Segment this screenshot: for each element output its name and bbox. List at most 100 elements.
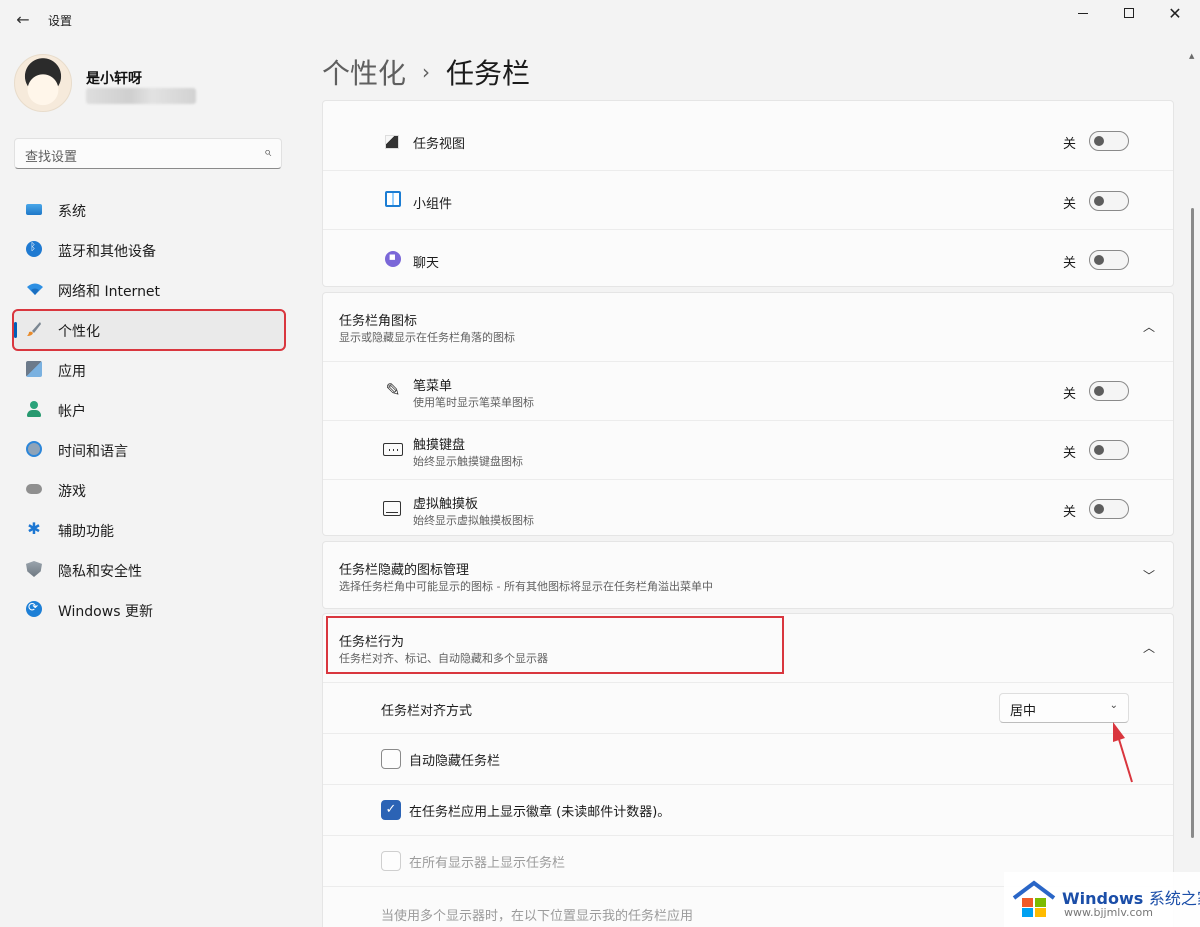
sidebar-item-label: 帐户 (58, 404, 86, 420)
close-button[interactable]: ✕ (1152, 2, 1198, 24)
page-title: 任务栏 (446, 57, 531, 90)
sidebar-item-privacy[interactable]: 隐私和安全性 (14, 551, 284, 589)
sidebar-item-network[interactable]: 网络和 Internet (14, 271, 284, 309)
shield-icon (26, 561, 42, 577)
account-icon (26, 401, 42, 417)
sidebar-item-gaming[interactable]: 游戏 (14, 471, 284, 509)
corner-icons-header[interactable]: 任务栏角图标 显示或隐藏显示在任务栏角落的图标 ︿ (323, 293, 1173, 361)
setting-title: 聊天 (413, 256, 440, 271)
sidebar-item-windows-update[interactable]: Windows 更新 (14, 591, 284, 629)
checkbox-label: 在任务栏应用上显示徽章 (未读邮件计数器)。 (409, 805, 671, 820)
setting-title: 虚拟触摸板 (413, 497, 479, 512)
sidebar-item-apps[interactable]: 应用 (14, 351, 284, 389)
chevron-up-icon[interactable]: ︿ (1141, 319, 1157, 335)
taskbar-items-panel: 任务视图 关 小组件 关 聊天 关 (322, 100, 1174, 287)
setting-row-touch-keyboard: 触摸键盘 始终显示触摸键盘图标 关 (323, 420, 1173, 479)
badges-checkbox[interactable]: ✓ (381, 800, 401, 820)
setting-row-badges: ✓ 在任务栏应用上显示徽章 (未读邮件计数器)。 (323, 784, 1173, 835)
bluetooth-icon (26, 241, 42, 257)
search-placeholder: 查找设置 (25, 150, 78, 165)
toggle-state-label: 关 (1063, 505, 1077, 520)
sidebar-item-label: 应用 (58, 364, 86, 380)
touchpad-icon (383, 501, 401, 516)
watermark: Windows 系统之家 www.bjjmlv.com (1004, 872, 1200, 927)
section-title: 任务栏隐藏的图标管理 (339, 563, 470, 578)
toggle-knob (1094, 504, 1104, 514)
toggle-knob (1094, 445, 1104, 455)
sidebar-item-personalization[interactable]: 个性化 (12, 309, 286, 351)
setting-subtitle: 始终显示触摸键盘图标 (413, 455, 523, 468)
sidebar-item-time-language[interactable]: 时间和语言 (14, 431, 284, 469)
sidebar-item-label: 蓝牙和其他设备 (58, 244, 156, 260)
chevron-up-icon[interactable]: ︿ (1141, 640, 1157, 656)
checkbox-label: 在所有显示器上显示任务栏 (409, 856, 566, 871)
virtual-touchpad-toggle[interactable] (1089, 499, 1129, 519)
search-icon[interactable]: ⌕ (264, 145, 271, 160)
sidebar-item-bluetooth[interactable]: 蓝牙和其他设备 (14, 231, 284, 269)
maximize-button[interactable] (1106, 2, 1152, 24)
toggle-knob (1094, 196, 1104, 206)
pen-menu-toggle[interactable] (1089, 381, 1129, 401)
sidebar-item-accounts[interactable]: 帐户 (14, 391, 284, 429)
task-view-toggle[interactable] (1089, 131, 1129, 151)
setting-title: 小组件 (413, 197, 453, 212)
scrollbar[interactable]: ▲ (1189, 52, 1195, 922)
corner-overflow-panel[interactable]: 任务栏隐藏的图标管理 选择任务栏角中可能显示的图标 - 所有其他图标将显示在任务… (322, 541, 1174, 609)
user-name: 是小轩呀 (86, 71, 142, 87)
section-title: 任务栏角图标 (339, 314, 418, 329)
sidebar-item-accessibility[interactable]: ✱ 辅助功能 (14, 511, 284, 549)
toggle-state-label: 关 (1063, 137, 1077, 152)
setting-subtitle: 使用笔时显示笔菜单图标 (413, 396, 534, 409)
sidebar-item-label: 游戏 (58, 484, 86, 500)
setting-row-pen-menu: ✎ 笔菜单 使用笔时显示笔菜单图标 关 (323, 361, 1173, 420)
widgets-toggle[interactable] (1089, 191, 1129, 211)
toggle-state-label: 关 (1063, 256, 1077, 271)
sidebar-item-label: 时间和语言 (58, 444, 128, 460)
clock-globe-icon (26, 441, 42, 457)
minimize-button[interactable] (1060, 2, 1106, 24)
maximize-icon (1124, 8, 1134, 18)
auto-hide-checkbox[interactable] (381, 749, 401, 769)
toggle-state-label: 关 (1063, 446, 1077, 461)
breadcrumb: 个性化 › 任务栏 (322, 52, 530, 92)
checkbox-label: 自动隐藏任务栏 (409, 754, 501, 769)
house-logo-icon (1012, 880, 1056, 917)
sidebar-item-label: 辅助功能 (58, 524, 114, 540)
scroll-up-icon[interactable]: ▲ (1189, 52, 1194, 60)
sidebar-item-system[interactable]: 系统 (14, 191, 284, 229)
section-subtitle: 选择任务栏角中可能显示的图标 - 所有其他图标将显示在任务栏角溢出菜单中 (339, 580, 713, 593)
breadcrumb-parent[interactable]: 个性化 (322, 57, 406, 90)
setting-row-virtual-touchpad: 虚拟触摸板 始终显示虚拟触摸板图标 关 (323, 479, 1173, 537)
setting-row-auto-hide: 自动隐藏任务栏 (323, 733, 1173, 784)
back-arrow-icon[interactable]: ← (12, 9, 34, 31)
multi-display-hint: 当使用多个显示器时，在以下位置显示我的任务栏应用 (381, 909, 694, 924)
search-input[interactable]: 查找设置 ⌕ (14, 138, 282, 169)
minimize-icon (1078, 12, 1088, 14)
chevron-down-icon[interactable]: ﹀ (1141, 568, 1157, 584)
all-displays-checkbox[interactable] (381, 851, 401, 871)
setting-row-widgets: 小组件 关 (323, 170, 1173, 229)
chevron-down-icon: ⌄ (1109, 700, 1118, 711)
scroll-thumb[interactable] (1191, 208, 1194, 838)
toggle-state-label: 关 (1063, 387, 1077, 402)
setting-row-task-view: 任务视图 关 (323, 111, 1173, 170)
brush-icon (26, 321, 42, 337)
system-icon (26, 204, 42, 215)
gamepad-icon (26, 484, 42, 494)
avatar[interactable] (14, 54, 72, 112)
chat-toggle[interactable] (1089, 250, 1129, 270)
breadcrumb-separator-icon: › (422, 60, 431, 84)
window-title: 设置 (48, 14, 73, 28)
touch-keyboard-toggle[interactable] (1089, 440, 1129, 460)
toggle-knob (1094, 136, 1104, 146)
alignment-dropdown[interactable]: 居中 ⌄ (999, 693, 1129, 723)
setting-row-chat: 聊天 关 (323, 229, 1173, 288)
pen-icon: ✎ (385, 380, 401, 401)
active-indicator (14, 322, 17, 338)
update-icon (26, 600, 42, 617)
widgets-icon (385, 191, 401, 207)
watermark-accent-text: 系统之家 (1148, 889, 1200, 908)
setting-title: 任务视图 (413, 137, 466, 152)
setting-title: 笔菜单 (413, 379, 453, 394)
annotation-arrow-icon (1113, 722, 1133, 783)
